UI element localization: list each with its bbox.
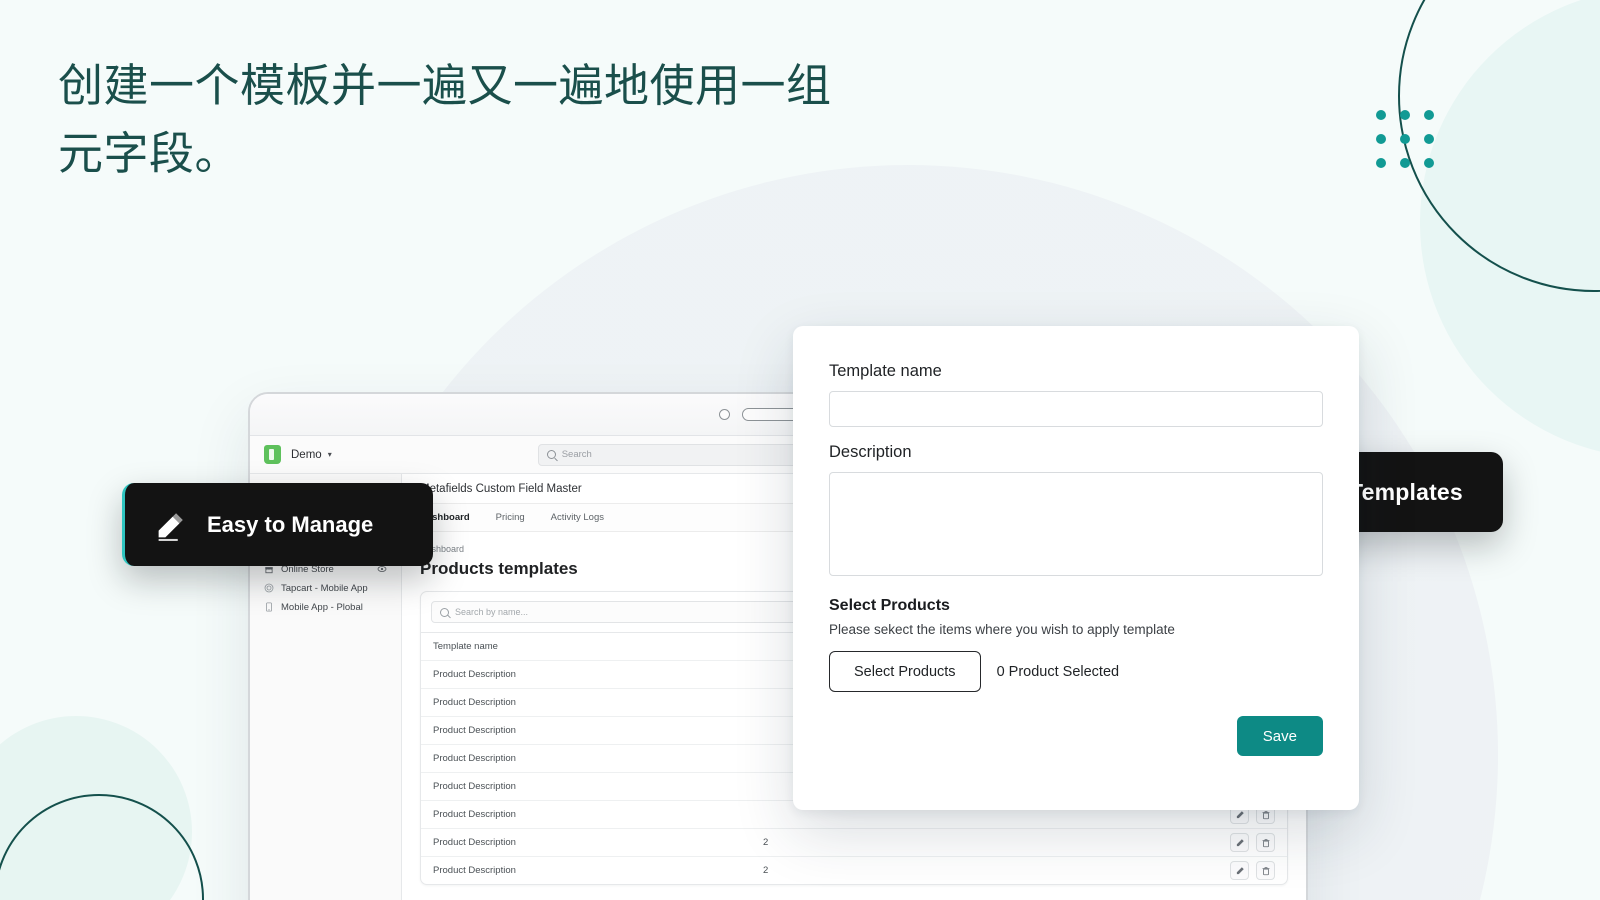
- row-template-name: Product Description: [433, 781, 516, 792]
- select-products-help: Please sekect the items where you wish t…: [829, 622, 1175, 637]
- sidebar-item-mobile-app-plobal[interactable]: Mobile App - Plobal: [258, 598, 393, 616]
- dot: [1424, 110, 1434, 120]
- edit-row-button[interactable]: [1230, 833, 1249, 852]
- edit-row-button[interactable]: [1230, 861, 1249, 880]
- background-mint-circle-top-right: [1420, 0, 1600, 458]
- row-actions: [1063, 861, 1275, 880]
- tab-pricing[interactable]: Pricing: [496, 512, 525, 523]
- search-icon: [440, 607, 449, 617]
- table-row[interactable]: Product Description 2: [421, 856, 1287, 884]
- dot: [1400, 134, 1410, 144]
- row-template-name: Product Description: [433, 809, 516, 820]
- row-count: 2: [763, 865, 769, 876]
- sidebar-item-label: Tapcart - Mobile App: [281, 582, 368, 594]
- global-search-placeholder: Search: [561, 449, 592, 460]
- table-row[interactable]: Product Description 2: [421, 828, 1287, 856]
- dot: [1376, 134, 1386, 144]
- row-actions: [1063, 833, 1275, 852]
- chevron-down-icon[interactable]: ▾: [328, 450, 332, 459]
- tapcart-icon: [264, 583, 274, 593]
- dot: [1400, 110, 1410, 120]
- description-label: Description: [829, 443, 912, 461]
- create-template-modal: Template name Description Select Product…: [793, 326, 1359, 810]
- table-search-placeholder: Search by name...: [455, 607, 529, 617]
- save-button[interactable]: Save: [1236, 716, 1323, 756]
- pencil-icon: [158, 512, 183, 541]
- promo-banner: 创建一个模板并一遍又一遍地使用一组 元字段。 Demo ▾ Search Onl…: [0, 0, 1600, 900]
- dot: [1400, 158, 1410, 168]
- description-field: Description: [829, 443, 1323, 581]
- delete-row-button[interactable]: [1256, 833, 1275, 852]
- headline: 创建一个模板并一遍又一遍地使用一组 元字段。: [58, 60, 832, 180]
- dot: [1376, 110, 1386, 120]
- select-products-section: Select Products Please sekect the items …: [829, 597, 1323, 692]
- row-template-name: Product Description: [433, 725, 516, 736]
- camera-dot-icon: [718, 409, 730, 420]
- select-products-button[interactable]: Select Products: [829, 651, 981, 692]
- row-template-name: Product Description: [433, 669, 516, 680]
- search-icon: [546, 450, 556, 459]
- delete-row-button[interactable]: [1256, 861, 1275, 880]
- template-name-label: Template name: [829, 362, 942, 380]
- row-template-name: Product Description: [433, 753, 516, 764]
- dot: [1424, 158, 1434, 168]
- row-template-name: Product Description: [433, 697, 516, 708]
- background-mint-circle-bottom-left: [0, 716, 192, 900]
- select-products-row: Select Products 0 Product Selected: [829, 651, 1323, 692]
- row-template-name: Product Description: [433, 865, 516, 876]
- template-name-input[interactable]: [829, 391, 1323, 427]
- store-name[interactable]: Demo: [291, 449, 322, 461]
- sidebar-item-label: Mobile App - Plobal: [281, 601, 363, 613]
- column-header-template-name: Template name: [433, 641, 498, 652]
- template-name-field: Template name: [829, 362, 1323, 427]
- shopify-bag-icon: [264, 445, 281, 464]
- row-template-name: Product Description: [433, 837, 516, 848]
- selected-product-count: 0 Product Selected: [996, 663, 1120, 680]
- select-products-title: Select Products: [829, 597, 950, 614]
- row-count: 2: [763, 837, 769, 848]
- mobile-icon: [266, 602, 272, 612]
- tab-activity-logs[interactable]: Activity Logs: [551, 512, 604, 523]
- sidebar-item-tapcart-mobile-app[interactable]: Tapcart - Mobile App: [258, 579, 393, 597]
- description-textarea[interactable]: [829, 472, 1323, 576]
- background-ring-bottom-left: [0, 794, 204, 900]
- dot: [1424, 134, 1434, 144]
- badge-label: Easy to Manage: [207, 511, 374, 537]
- background-ring-top-right: [1398, 0, 1600, 292]
- dot-grid-decoration: [1376, 110, 1434, 168]
- dot: [1376, 158, 1386, 168]
- badge-easy-to-manage: Easy to Manage: [122, 483, 433, 566]
